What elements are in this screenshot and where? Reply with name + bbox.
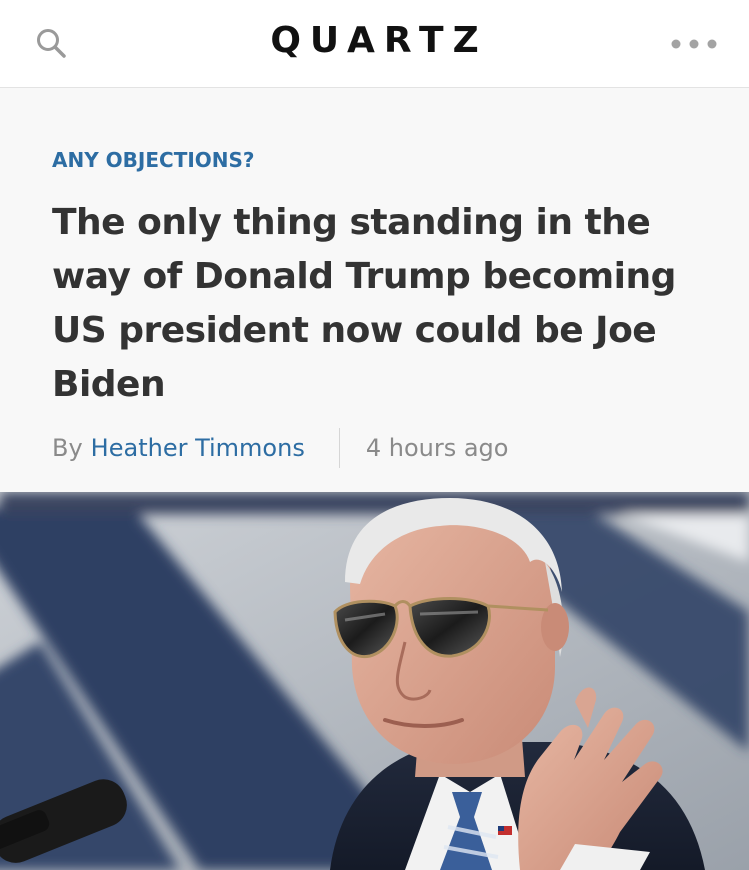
top-nav-bar: QUARTZ (0, 0, 749, 88)
byline: By Heather Timmons 4 hours ago (52, 428, 508, 468)
byline-prefix: By (52, 434, 83, 462)
article-header: ANY OBJECTIONS? The only thing standing … (0, 88, 749, 492)
hero-photo (0, 492, 749, 870)
article-timestamp: 4 hours ago (365, 434, 509, 462)
author-link[interactable]: Heather Timmons (91, 434, 305, 462)
hero-image (0, 492, 749, 870)
site-logo[interactable]: QUARTZ (0, 20, 749, 61)
byline-divider (338, 428, 340, 468)
more-horizontal-icon (671, 39, 717, 49)
more-options-button[interactable] (669, 36, 719, 50)
article-headline: The only thing standing in the way of Do… (52, 202, 676, 405)
article-kicker[interactable]: ANY OBJECTIONS? (52, 148, 255, 172)
